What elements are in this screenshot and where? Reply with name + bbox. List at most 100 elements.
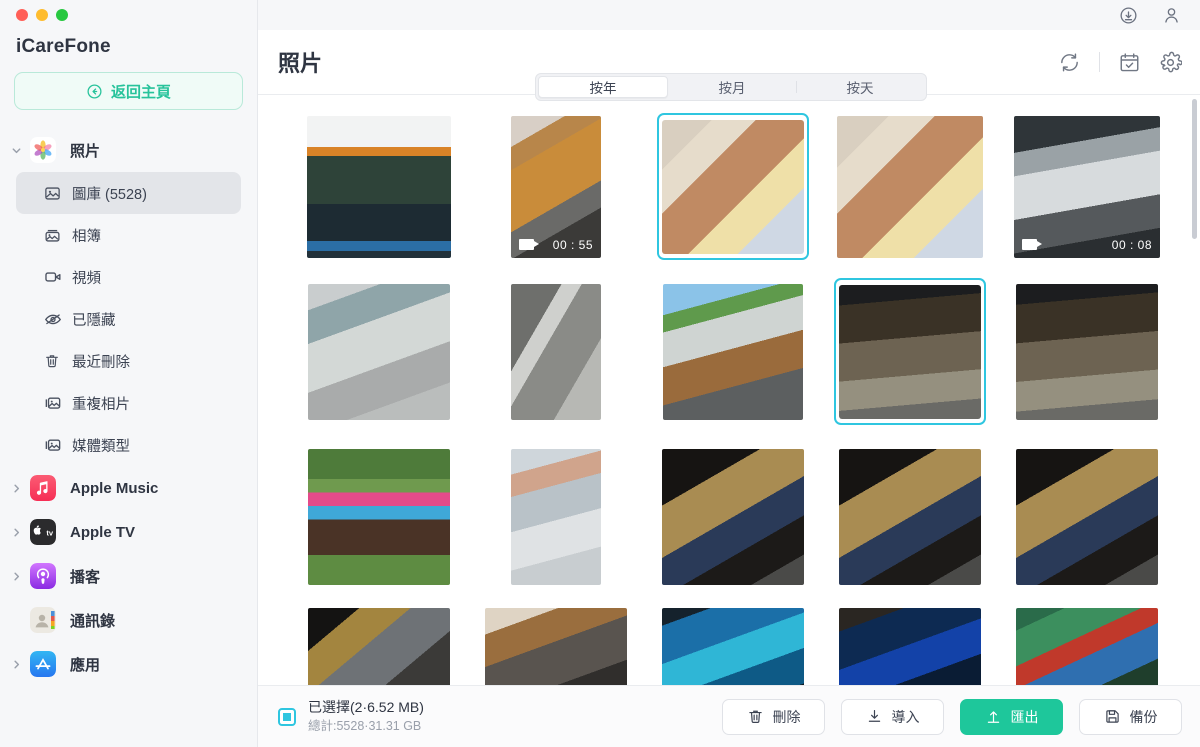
sidebar-group-apple-tv[interactable]: tv Apple TV	[0, 510, 257, 554]
minimize-button[interactable]	[36, 9, 48, 21]
refresh-icon[interactable]	[1058, 51, 1081, 74]
photo-thumbnail-selected[interactable]	[657, 113, 809, 260]
backup-button[interactable]: 備份	[1079, 698, 1182, 735]
video-thumbnail[interactable]: 00 : 55	[480, 113, 632, 260]
trash-icon	[747, 708, 764, 725]
sidebar-group-apple-music[interactable]: Apple Music	[0, 466, 257, 510]
sidebar-item-recently-deleted[interactable]: 最近刪除	[16, 340, 241, 382]
chevron-right-icon	[8, 524, 24, 540]
photo-grid: 00 : 55 00 : 08	[258, 113, 1200, 685]
footer-action-bar: 已選擇(2·6.52 MB) 總計:5528·31.31 GB 刪除 導入 匯出…	[258, 685, 1200, 747]
photo-thumbnail[interactable]	[303, 608, 455, 685]
photo-thumbnail[interactable]	[657, 443, 809, 590]
chevron-right-icon	[8, 480, 24, 496]
sidebar-item-label: 相簿	[72, 228, 101, 245]
sidebar-item-label: 媒體類型	[72, 438, 130, 455]
selection-summary: 已選擇(2·6.52 MB) 總計:5528·31.31 GB	[308, 698, 424, 735]
upload-icon	[985, 708, 1002, 725]
close-button[interactable]	[16, 9, 28, 21]
photo-thumbnail[interactable]	[657, 608, 809, 685]
eye-slash-icon	[44, 310, 62, 328]
delete-button[interactable]: 刪除	[722, 698, 825, 735]
video-duration-label: 00 : 08	[1111, 237, 1152, 252]
user-account-icon[interactable]	[1161, 5, 1182, 26]
photo-thumbnail[interactable]	[834, 113, 986, 260]
photo-thumbnail[interactable]	[303, 443, 455, 590]
photo-thumbnail[interactable]	[480, 443, 632, 590]
window-controls	[0, 0, 257, 30]
sidebar-item-label: 視頻	[72, 270, 101, 287]
sidebar-item-library[interactable]: 圖庫 (5528)	[16, 172, 241, 214]
video-duration-badge: 00 : 55	[511, 232, 601, 258]
photo-thumbnail[interactable]	[1011, 278, 1163, 425]
media-type-icon	[44, 436, 62, 454]
video-camera-icon	[1022, 239, 1042, 250]
photo-thumbnail[interactable]	[834, 608, 986, 685]
photo-thumbnail[interactable]	[480, 608, 632, 685]
image-icon	[44, 184, 62, 202]
photo-thumbnail-selected[interactable]	[834, 278, 986, 425]
sidebar-group-label: Apple Music	[70, 479, 159, 497]
photo-thumbnail[interactable]	[303, 113, 455, 260]
import-button-label: 導入	[891, 708, 920, 725]
photo-thumbnail[interactable]	[480, 278, 632, 425]
sidebar-item-videos[interactable]: 視頻	[16, 256, 241, 298]
photo-thumbnail[interactable]	[1011, 608, 1163, 685]
download-circle-icon[interactable]	[1118, 5, 1139, 26]
grid-scrollbar[interactable]	[1192, 99, 1197, 681]
video-thumbnail[interactable]: 00 : 08	[1011, 113, 1163, 260]
sidebar: iCareFone 返回主頁 照片 圖庫 (5528) 相簿 視頻 已隱藏 最近…	[0, 0, 258, 747]
sidebar-item-duplicate-photos[interactable]: 重複相片	[16, 382, 241, 424]
chevron-down-icon	[8, 142, 24, 158]
sidebar-item-hidden[interactable]: 已隱藏	[16, 298, 241, 340]
backup-button-label: 備份	[1129, 708, 1158, 725]
svg-text:tv: tv	[46, 529, 54, 538]
albums-icon	[44, 226, 62, 244]
window-topbar	[258, 0, 1200, 30]
gear-icon[interactable]	[1159, 51, 1182, 74]
sidebar-item-media-type[interactable]: 媒體類型	[16, 424, 241, 466]
photo-thumbnail[interactable]	[303, 278, 455, 425]
chevron-right-icon	[8, 568, 24, 584]
photos-app-icon	[30, 137, 56, 163]
sidebar-group-podcasts[interactable]: 播客	[0, 554, 257, 598]
arrow-left-circle-icon	[86, 83, 103, 100]
back-to-home-button[interactable]: 返回主頁	[14, 72, 243, 110]
export-button[interactable]: 匯出	[960, 698, 1063, 735]
sidebar-item-albums[interactable]: 相簿	[16, 214, 241, 256]
app-store-icon	[30, 651, 56, 677]
save-icon	[1104, 708, 1121, 725]
video-camera-icon	[519, 239, 539, 250]
photo-grid-scroll-area[interactable]: 00 : 55 00 : 08	[258, 95, 1200, 685]
photo-thumbnail[interactable]	[657, 278, 809, 425]
grid-scrollbar-thumb[interactable]	[1192, 99, 1197, 239]
sidebar-group-label: Apple TV	[70, 523, 136, 541]
photo-thumbnail[interactable]	[1011, 443, 1163, 590]
duplicate-photos-icon	[44, 394, 62, 412]
sidebar-group-label: 照片	[70, 142, 101, 160]
sidebar-group-contacts[interactable]: 通訊錄	[0, 598, 257, 642]
chevron-right-icon	[8, 656, 24, 672]
apple-music-icon	[30, 475, 56, 501]
podcasts-icon	[30, 563, 56, 589]
checkbox-indeterminate-mark	[283, 712, 291, 721]
contacts-icon	[30, 607, 56, 633]
video-camera-icon	[44, 268, 62, 286]
trash-icon	[44, 352, 62, 370]
sidebar-group-photos[interactable]: 照片	[0, 128, 257, 172]
export-button-label: 匯出	[1010, 708, 1039, 725]
photo-thumbnail[interactable]	[834, 443, 986, 590]
icarefone-window: iCareFone 返回主頁 照片 圖庫 (5528) 相簿 視頻 已隱藏 最近…	[0, 0, 1200, 747]
select-all-checkbox[interactable]	[278, 707, 296, 726]
footer-buttons: 刪除 導入 匯出 備份	[722, 698, 1182, 735]
selection-count-label: 已選擇(2·6.52 MB)	[308, 699, 424, 715]
import-button[interactable]: 導入	[841, 698, 944, 735]
calendar-check-icon[interactable]	[1118, 51, 1141, 74]
main-panel: 照片 按年 按月 按天 00: 55 00: 08 已選擇(2·6.52 M…	[258, 0, 1200, 747]
maximize-button[interactable]	[56, 9, 68, 21]
sidebar-group-apps[interactable]: 應用	[0, 642, 257, 686]
sidebar-item-label: 最近刪除	[72, 354, 130, 371]
sidebar-item-label: 圖庫 (5528)	[72, 186, 147, 203]
back-to-home-label: 返回主頁	[110, 83, 171, 101]
